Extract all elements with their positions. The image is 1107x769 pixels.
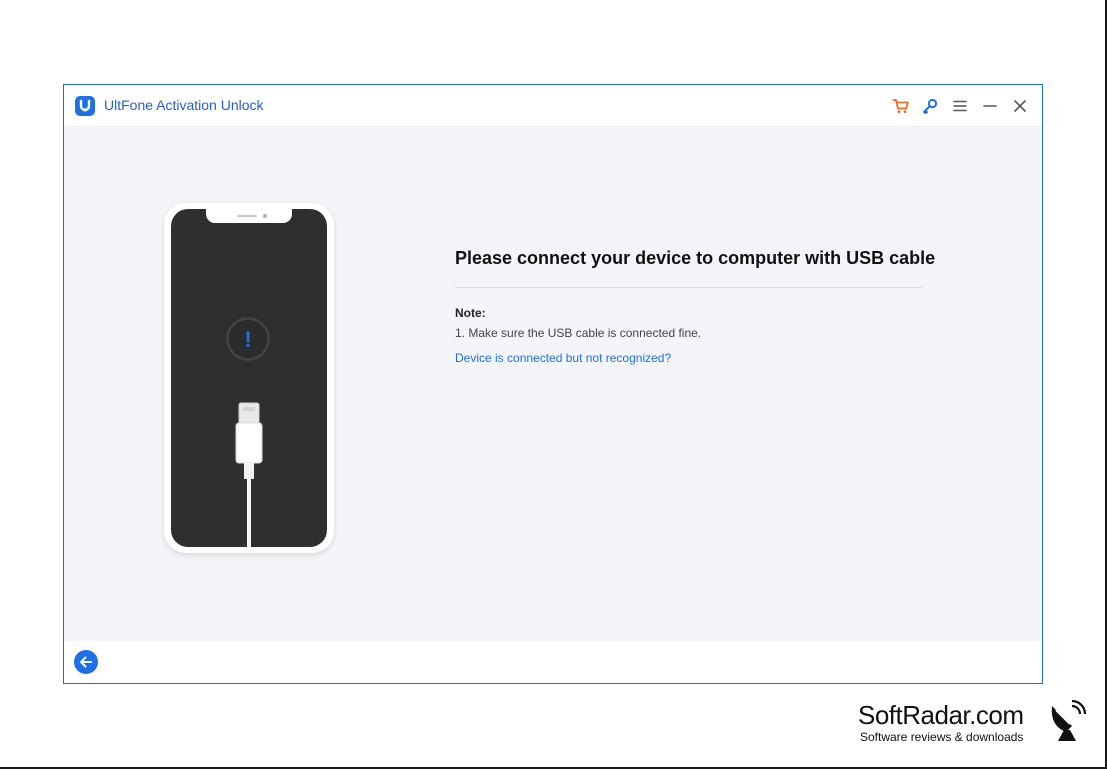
arrow-left-icon — [80, 656, 92, 668]
close-button[interactable] — [1010, 96, 1030, 116]
alert-icon: ! — [226, 317, 270, 361]
phone-notch — [206, 209, 292, 223]
phone-screen: ! — [171, 209, 327, 547]
note-label: Note: — [455, 306, 486, 320]
phone-camera — [263, 214, 267, 218]
back-button[interactable] — [74, 650, 98, 674]
key-icon — [923, 98, 938, 115]
cart-button[interactable] — [891, 96, 911, 116]
titlebar: UltFone Activation Unlock — [64, 85, 1042, 127]
footer — [64, 641, 1042, 683]
minimize-icon — [983, 105, 997, 107]
page: UltFone Activation Unlock ! Please conne… — [0, 0, 1107, 769]
app-window: UltFone Activation Unlock ! Please conne… — [63, 84, 1043, 684]
usb-cable-icon — [235, 402, 263, 547]
softradar-watermark: SoftRadar.com Software reviews & downloa… — [858, 700, 1088, 750]
app-logo-icon — [75, 96, 95, 116]
alert-symbol: ! — [244, 327, 251, 352]
divider — [455, 287, 922, 288]
minimize-button[interactable] — [980, 96, 1000, 116]
menu-icon — [953, 100, 967, 112]
note-item: 1. Make sure the USB cable is connected … — [455, 326, 702, 340]
register-button[interactable] — [920, 96, 940, 116]
watermark-tagline: Software reviews & downloads — [860, 730, 1024, 744]
device-not-recognized-link[interactable]: Device is connected but not recognized? — [455, 351, 671, 365]
close-icon — [1014, 100, 1026, 112]
app-title: UltFone Activation Unlock — [104, 97, 264, 113]
satellite-dish-icon — [1051, 700, 1086, 741]
phone-illustration: ! — [164, 203, 334, 553]
page-title: Please connect your device to computer w… — [455, 248, 936, 268]
watermark-name: SoftRadar.com — [858, 700, 1024, 730]
cart-icon — [892, 99, 909, 113]
phone-speaker — [237, 215, 257, 217]
menu-button[interactable] — [950, 96, 970, 116]
